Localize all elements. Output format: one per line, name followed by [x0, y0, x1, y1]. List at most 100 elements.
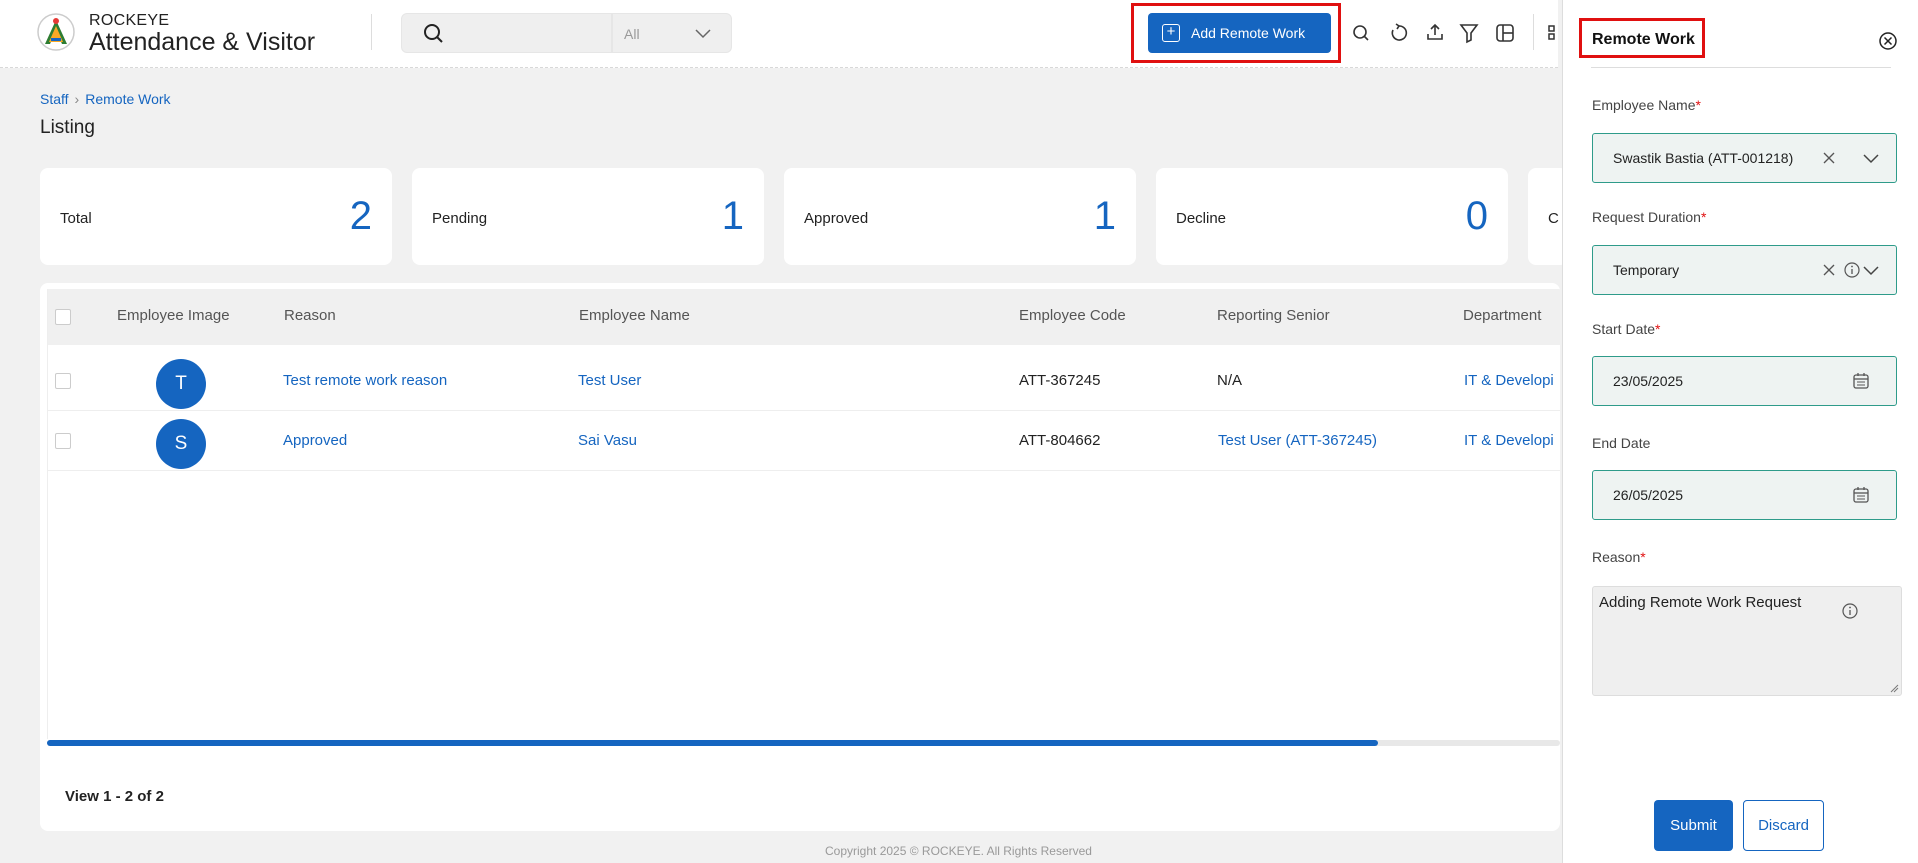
col-employee-image[interactable]: Employee Image: [117, 307, 230, 324]
calendar-icon[interactable]: [1852, 486, 1870, 504]
stat-label: Pending: [432, 210, 488, 227]
start-date-field[interactable]: 23/05/2025: [1592, 356, 1897, 406]
toolbar-divider: [1533, 14, 1534, 50]
department-link[interactable]: IT & Developi: [1464, 372, 1554, 389]
info-icon[interactable]: [1841, 602, 1859, 620]
department-link[interactable]: IT & Developi: [1464, 432, 1554, 449]
breadcrumb: Staff › Remote Work: [40, 91, 171, 107]
reason-label-text: Reason: [1592, 549, 1641, 565]
avatar: S: [156, 419, 206, 469]
reason-textarea[interactable]: Adding Remote Work Request: [1592, 586, 1902, 696]
table-row[interactable]: S Approved Sai Vasu ATT-804662 Test User…: [48, 411, 1560, 471]
add-remote-work-label: Add Remote Work: [1191, 25, 1306, 41]
info-icon[interactable]: [1843, 261, 1861, 279]
request-duration-select[interactable]: Temporary: [1592, 245, 1897, 295]
reason-link[interactable]: Test remote work reason: [283, 372, 447, 389]
col-employee-name[interactable]: Employee Name: [579, 307, 690, 324]
refresh-icon[interactable]: [1388, 22, 1410, 44]
clear-icon[interactable]: [1822, 263, 1836, 277]
calendar-icon[interactable]: [1852, 372, 1870, 390]
employee-code: ATT-367245: [1019, 372, 1101, 389]
chevron-down-icon[interactable]: [1862, 263, 1880, 277]
horizontal-scrollbar[interactable]: [47, 740, 1560, 746]
avatar: T: [156, 359, 206, 409]
breadcrumb-chevron-icon: ›: [74, 91, 80, 107]
col-employee-code[interactable]: Employee Code: [1019, 307, 1126, 324]
stat-value: 2: [349, 194, 372, 238]
employee-name-label: Employee Name*: [1592, 97, 1701, 113]
stat-label: C: [1548, 210, 1559, 227]
reporting-senior-link[interactable]: Test User (ATT-367245): [1218, 432, 1377, 449]
footer-copyright: Copyright 2025 © ROCKEYE. All Rights Res…: [825, 844, 1092, 858]
clear-icon[interactable]: [1822, 151, 1836, 165]
employee-name-link[interactable]: Test User: [578, 372, 641, 389]
stat-card-total[interactable]: Total 2: [40, 168, 392, 265]
stat-value: 0: [1465, 194, 1488, 238]
start-date-value: 23/05/2025: [1613, 373, 1684, 389]
search-scope-select[interactable]: All: [612, 13, 732, 53]
brand-title: Attendance & Visitor: [89, 28, 316, 56]
stat-label: Approved: [804, 210, 869, 227]
required-mark: *: [1695, 97, 1701, 113]
filter-icon[interactable]: [1458, 22, 1480, 44]
employee-code: ATT-804662: [1019, 432, 1101, 449]
submit-button[interactable]: Submit: [1654, 800, 1733, 851]
listing-table: Employee Image Reason Employee Name Empl…: [40, 283, 1560, 831]
search-icon[interactable]: [1350, 22, 1372, 44]
table-header: Employee Image Reason Employee Name Empl…: [48, 289, 1560, 345]
end-date-field[interactable]: 26/05/2025: [1592, 470, 1897, 520]
stat-card-decline[interactable]: Decline 0: [1156, 168, 1508, 265]
drawer-title: Remote Work: [1592, 31, 1695, 48]
remote-work-drawer: Remote Work Employee Name* Swastik Basti…: [1562, 0, 1918, 863]
stat-card-approved[interactable]: Approved 1: [784, 168, 1136, 265]
request-duration-value: Temporary: [1613, 262, 1680, 278]
export-icon[interactable]: [1424, 22, 1446, 44]
columns-icon[interactable]: [1494, 22, 1516, 44]
resize-handle-icon[interactable]: [1889, 683, 1899, 693]
chevron-down-icon: [695, 29, 711, 39]
search-scope-value: All: [624, 26, 640, 42]
reporting-senior: N/A: [1217, 372, 1243, 389]
employee-name-value: Swastik Bastia (ATT-001218): [1613, 150, 1794, 166]
required-mark: *: [1700, 209, 1707, 225]
chevron-down-icon[interactable]: [1862, 151, 1880, 165]
scrollbar-thumb[interactable]: [47, 740, 1379, 746]
rockeye-logo-icon: [37, 13, 75, 51]
request-duration-label: Request Duration*: [1592, 209, 1706, 225]
reason-value: Adding Remote Work Request: [1599, 594, 1802, 611]
breadcrumb-remote-work[interactable]: Remote Work: [85, 91, 170, 107]
employee-name-label-text: Employee Name: [1592, 97, 1696, 113]
required-mark: *: [1655, 321, 1661, 337]
row-checkbox[interactable]: [55, 433, 71, 449]
select-all-checkbox[interactable]: [55, 309, 71, 325]
search-icon: [424, 24, 443, 43]
col-department[interactable]: Department: [1463, 307, 1541, 324]
search-input[interactable]: [454, 22, 604, 44]
col-reason[interactable]: Reason: [284, 307, 336, 324]
request-duration-label-text: Request Duration: [1592, 209, 1701, 225]
end-date-label: End Date: [1592, 435, 1651, 451]
stat-label: Decline: [1176, 210, 1227, 227]
employee-name-link[interactable]: Sai Vasu: [578, 432, 637, 449]
stat-card-pending[interactable]: Pending 1: [412, 168, 764, 265]
reason-link[interactable]: Approved: [283, 432, 347, 449]
discard-button[interactable]: Discard: [1743, 800, 1824, 851]
header-divider: [371, 14, 372, 50]
search-box[interactable]: [401, 13, 612, 53]
drawer-divider: [1591, 67, 1891, 68]
close-icon[interactable]: [1878, 31, 1898, 51]
row-checkbox[interactable]: [55, 373, 71, 389]
employee-name-select[interactable]: Swastik Bastia (ATT-001218): [1592, 133, 1897, 183]
page-title: Listing: [40, 117, 95, 138]
add-remote-work-button[interactable]: + Add Remote Work: [1148, 13, 1331, 53]
start-date-label-text: Start Date: [1592, 321, 1656, 337]
breadcrumb-staff[interactable]: Staff: [40, 91, 69, 107]
pagination-summary: View 1 - 2 of 2: [65, 788, 164, 805]
reason-label: Reason*: [1592, 549, 1646, 565]
col-reporting-senior[interactable]: Reporting Senior: [1217, 307, 1330, 324]
stat-value: 1: [1093, 194, 1116, 238]
table-row[interactable]: T Test remote work reason Test User ATT-…: [48, 351, 1560, 411]
stat-value: 1: [721, 194, 744, 238]
end-date-value: 26/05/2025: [1613, 487, 1684, 503]
start-date-label: Start Date*: [1592, 321, 1660, 337]
